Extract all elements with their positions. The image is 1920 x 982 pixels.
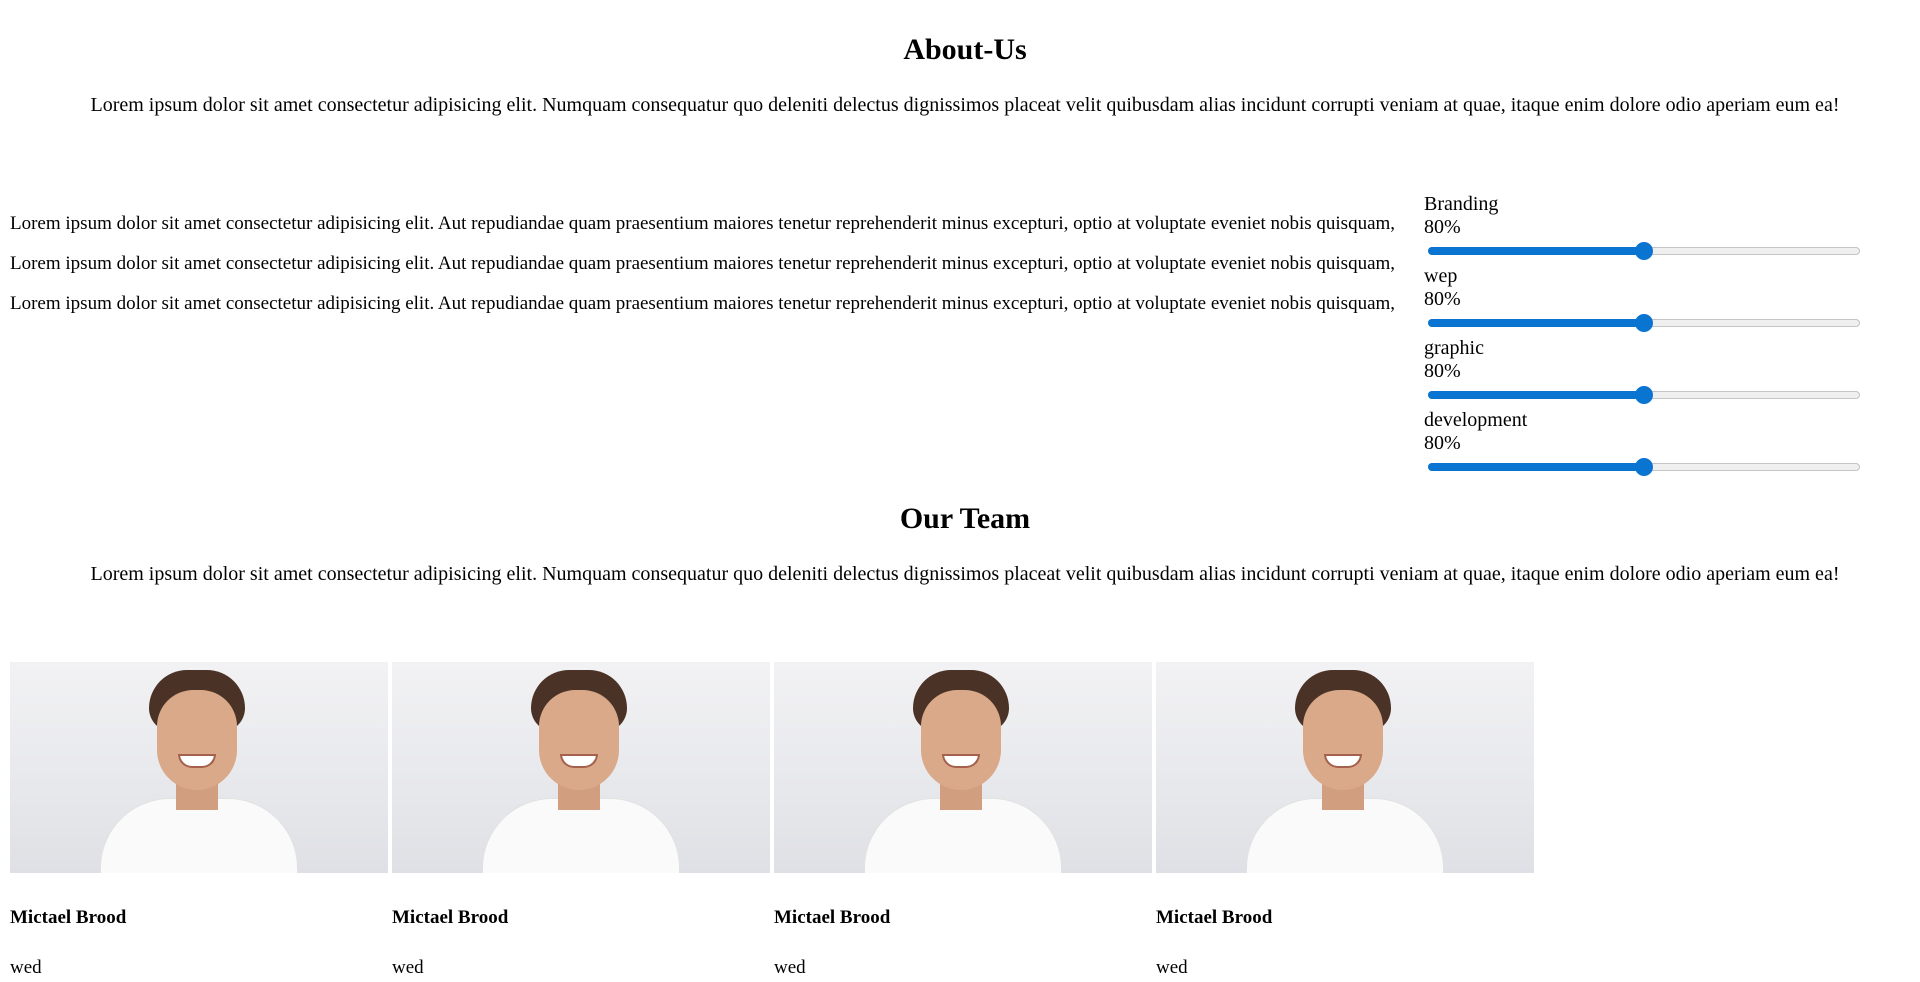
skill-development: development 80% xyxy=(1424,409,1864,481)
skill-label: Branding xyxy=(1424,193,1499,215)
member-name: Mictael Brood xyxy=(1156,907,1273,928)
skill-percentage: 80% xyxy=(1424,432,1461,454)
skill-percentage: 80% xyxy=(1424,288,1461,310)
about-us-title: About-Us xyxy=(903,33,1027,66)
member-role: wed xyxy=(1156,957,1188,978)
team-member-card: Mictael Brood wed xyxy=(10,662,388,980)
member-role: wed xyxy=(10,957,42,978)
team-member-card: Mictael Brood wed xyxy=(1156,662,1534,980)
slider-thumb[interactable] xyxy=(1635,458,1653,476)
slider-fill xyxy=(1428,319,1643,327)
team-members: Mictael Brood wed Mictael Brood wed Mict… xyxy=(10,662,1534,980)
member-photo xyxy=(10,662,388,873)
member-name: Mictael Brood xyxy=(392,907,509,928)
member-name: Mictael Brood xyxy=(774,907,891,928)
skill-wep: wep 80% xyxy=(1424,265,1864,337)
about-us-intro: Lorem ipsum dolor sit amet consectetur a… xyxy=(90,94,1840,116)
team-member-card: Mictael Brood wed xyxy=(392,662,770,980)
about-paragraph: Lorem ipsum dolor sit amet consectetur a… xyxy=(10,293,1396,314)
skill-slider-development[interactable] xyxy=(1428,458,1860,476)
skill-percentage: 80% xyxy=(1424,360,1461,382)
member-name: Mictael Brood xyxy=(10,907,127,928)
skill-branding: Branding 80% xyxy=(1424,193,1864,265)
skill-slider-branding[interactable] xyxy=(1428,242,1860,260)
member-photo xyxy=(392,662,770,873)
skills-panel: Branding 80% wep 80% graphic 80% develop… xyxy=(1424,193,1864,481)
our-team-intro: Lorem ipsum dolor sit amet consectetur a… xyxy=(90,563,1840,585)
skill-graphic: graphic 80% xyxy=(1424,337,1864,409)
slider-fill xyxy=(1428,247,1643,255)
about-us-paragraphs: Lorem ipsum dolor sit amet consectetur a… xyxy=(10,212,1400,332)
about-paragraph: Lorem ipsum dolor sit amet consectetur a… xyxy=(10,253,1396,274)
our-team-title: Our Team xyxy=(899,502,1031,535)
member-role: wed xyxy=(392,957,424,978)
member-role: wed xyxy=(774,957,806,978)
slider-thumb[interactable] xyxy=(1635,314,1653,332)
member-photo xyxy=(774,662,1152,873)
skill-slider-graphic[interactable] xyxy=(1428,386,1860,404)
slider-thumb[interactable] xyxy=(1635,386,1653,404)
team-member-card: Mictael Brood wed xyxy=(774,662,1152,980)
slider-fill xyxy=(1428,463,1643,471)
slider-fill xyxy=(1428,391,1643,399)
skill-label: graphic xyxy=(1424,337,1484,359)
skill-label: development xyxy=(1424,409,1528,431)
skill-slider-wep[interactable] xyxy=(1428,314,1860,332)
about-paragraph: Lorem ipsum dolor sit amet consectetur a… xyxy=(10,213,1396,234)
skill-percentage: 80% xyxy=(1424,216,1461,238)
slider-thumb[interactable] xyxy=(1635,242,1653,260)
skill-label: wep xyxy=(1424,265,1458,287)
member-photo xyxy=(1156,662,1534,873)
